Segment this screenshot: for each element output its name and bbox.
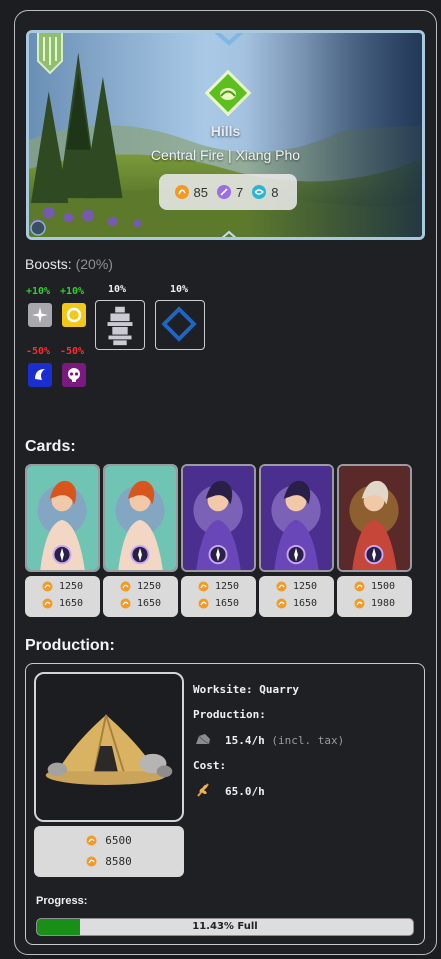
power-icon (276, 598, 287, 609)
fire-mage-card[interactable] (25, 464, 100, 572)
bottom-ornament-icon (221, 230, 237, 237)
card-base-value: 1250 (214, 581, 240, 592)
power-icon (354, 598, 365, 609)
card-stats: 1500 1980 (337, 576, 412, 617)
card-art (183, 466, 254, 570)
stone-icon (196, 734, 210, 745)
guild-flag-icon (37, 33, 63, 75)
power-value: 85 (193, 184, 208, 200)
rune-diamond-icon (161, 306, 197, 342)
card-boosted-row: 1650 (259, 598, 334, 609)
boost-pct: -50% (60, 346, 85, 357)
production-rate: 15.4/h (incl. tax) (225, 734, 344, 747)
card-boosted-row: 1650 (103, 598, 178, 609)
power-icon (86, 835, 97, 846)
card-base-value: 1250 (58, 581, 84, 592)
progress-text: 11.43% Full (192, 921, 258, 932)
boosts-label: Boosts: (25, 256, 72, 272)
card-base-value: 1250 (136, 581, 162, 592)
boost-pct: -50% (26, 346, 51, 357)
power-icon (86, 856, 97, 867)
card-art (27, 466, 98, 570)
water-element-icon (28, 363, 52, 387)
card-boosted-value: 1650 (214, 598, 240, 609)
production-label: Production: (193, 708, 266, 721)
grain-icon (197, 783, 209, 797)
rune-boost (155, 300, 205, 350)
worksite-image (34, 672, 184, 822)
top-ornament-icon (214, 33, 244, 46)
card-boosted-value: 1650 (136, 598, 162, 609)
boost-pct: +10% (60, 286, 85, 297)
life-element-icon (62, 303, 86, 327)
production-heading: Production: (25, 637, 115, 654)
card-art (261, 466, 332, 570)
card-stats: 1250 1650 (103, 576, 178, 617)
worksite-stats: 6500 8580 (34, 826, 184, 877)
card-stats: 1250 1650 (181, 576, 256, 617)
dark-sorcerer-card[interactable] (181, 464, 256, 572)
death-element-icon (62, 363, 86, 387)
card-boosted-row: 1650 (181, 598, 256, 609)
power-icon (174, 185, 189, 199)
quarry-tent-icon (45, 714, 173, 785)
card-stats: 1250 1650 (25, 576, 100, 617)
cost-label: Cost: (193, 759, 227, 772)
card-art (105, 466, 176, 570)
totem-boost (95, 300, 145, 350)
card-base-row: 1250 (103, 581, 178, 592)
power-icon (276, 581, 287, 592)
card-boosted-row: 1650 (25, 598, 100, 609)
power-icon (42, 581, 53, 592)
magic-icon (217, 185, 231, 199)
card-base-row: 1250 (25, 581, 100, 592)
power-icon (198, 598, 209, 609)
card-stats: 1250 1650 (259, 576, 334, 617)
boost-pct: 10% (108, 284, 127, 295)
card-base-value: 1500 (370, 581, 396, 592)
production-value: 15.4/h (225, 734, 265, 747)
card-boosted-value: 1980 (370, 598, 396, 609)
totem-icon (107, 306, 133, 346)
speed-icon (252, 185, 267, 199)
cost-value: 65.0/h (225, 785, 265, 798)
production-note: (incl. tax) (271, 734, 345, 747)
region-stats: 85 7 8 (159, 174, 297, 210)
cards-heading: Cards: (25, 438, 76, 455)
dragon-card[interactable] (337, 464, 412, 572)
region-subtitle: Central Fire | Xiang Pho (150, 147, 301, 163)
boosts-heading: Boosts: (20%) (25, 256, 113, 272)
progress-bar: 11.43% Full (36, 918, 414, 936)
speed-value: 8 (271, 184, 279, 200)
region-banner: Hills Central Fire | Xiang Pho 85 7 8 (26, 30, 425, 240)
card-base-row: 1250 (181, 581, 256, 592)
boost-pct: +10% (26, 286, 51, 297)
worksite-label: Worksite: Quarry (193, 683, 299, 696)
boost-pct: 10% (170, 284, 189, 295)
power-icon (120, 581, 131, 592)
boosts-total: (20%) (75, 256, 113, 272)
worksite-boosted-value: 8580 (105, 855, 132, 868)
corner-gem-icon (30, 220, 46, 236)
power-icon (354, 581, 365, 592)
magic-value: 7 (236, 184, 244, 200)
card-art (339, 466, 410, 570)
hills-terrain-icon (204, 69, 252, 117)
power-icon (42, 598, 53, 609)
card-boosted-row: 1980 (337, 598, 412, 609)
card-base-row: 1250 (259, 581, 334, 592)
card-base-row: 1500 (337, 581, 412, 592)
dark-sorcerer-card[interactable] (259, 464, 334, 572)
card-base-value: 1250 (292, 581, 318, 592)
fire-mage-card[interactable] (103, 464, 178, 572)
progress-label: Progress: (36, 895, 88, 907)
card-boosted-value: 1650 (292, 598, 318, 609)
neutral-element-icon (28, 303, 52, 327)
power-icon (120, 598, 131, 609)
power-icon (198, 581, 209, 592)
terrain-name: Hills (210, 123, 241, 139)
card-boosted-value: 1650 (58, 598, 84, 609)
worksite-base-value: 6500 (105, 834, 132, 847)
